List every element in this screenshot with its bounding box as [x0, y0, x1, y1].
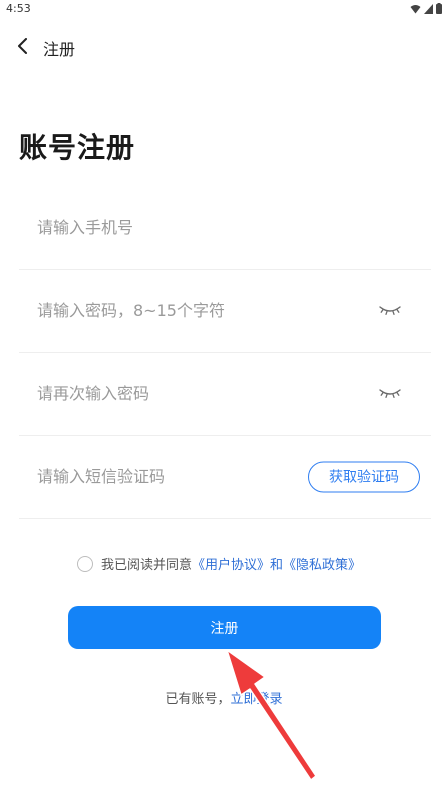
status-bar: 4:53: [0, 0, 448, 18]
login-row: 已有账号，立即登录: [0, 688, 448, 707]
privacy-policy-link[interactable]: 《隐私政策》: [283, 554, 361, 573]
password-input[interactable]: [37, 269, 357, 352]
page-title: 账号注册: [19, 131, 136, 164]
nav-bar: 注册: [0, 30, 448, 64]
agreement-checkbox[interactable]: [77, 555, 93, 572]
confirm-password-input[interactable]: [37, 352, 357, 435]
login-link[interactable]: 立即登录: [231, 692, 283, 707]
red-arrow-icon: [226, 649, 317, 781]
eye-closed-icon[interactable]: [379, 387, 401, 401]
status-icons: [410, 3, 442, 14]
confirm-password-field: [19, 352, 431, 436]
user-agreement-link[interactable]: 《用户协议》: [192, 554, 270, 573]
status-time: 4:53: [6, 2, 31, 15]
agreement-prefix: 我已阅读并同意: [101, 558, 193, 573]
eye-closed-icon[interactable]: [379, 304, 401, 318]
agreement-row: 我已阅读并同意 《用户协议》 和 《隐私政策》: [77, 554, 361, 573]
chevron-left-icon: [18, 38, 27, 54]
agreement-and: 和: [270, 558, 284, 573]
get-code-button[interactable]: 获取验证码: [308, 461, 420, 492]
login-prompt: 已有账号，: [165, 692, 231, 707]
signal-icon: [424, 3, 433, 14]
back-button[interactable]: [10, 34, 34, 58]
wifi-icon: [410, 4, 421, 13]
sms-code-field: 获取验证码: [19, 435, 431, 519]
battery-icon: [436, 3, 442, 14]
phone-field: [19, 186, 431, 270]
phone-input[interactable]: [37, 186, 357, 269]
register-button[interactable]: 注册: [68, 606, 381, 649]
password-field: [19, 269, 431, 353]
nav-title: 注册: [43, 40, 76, 59]
